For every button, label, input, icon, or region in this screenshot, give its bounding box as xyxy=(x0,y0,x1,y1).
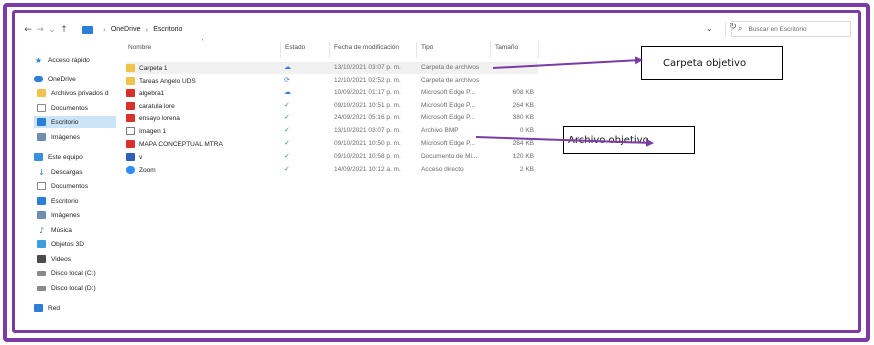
arrow-to-archivo xyxy=(475,136,654,147)
annotation-arrows xyxy=(475,56,654,147)
arrow-to-carpeta xyxy=(492,56,643,69)
